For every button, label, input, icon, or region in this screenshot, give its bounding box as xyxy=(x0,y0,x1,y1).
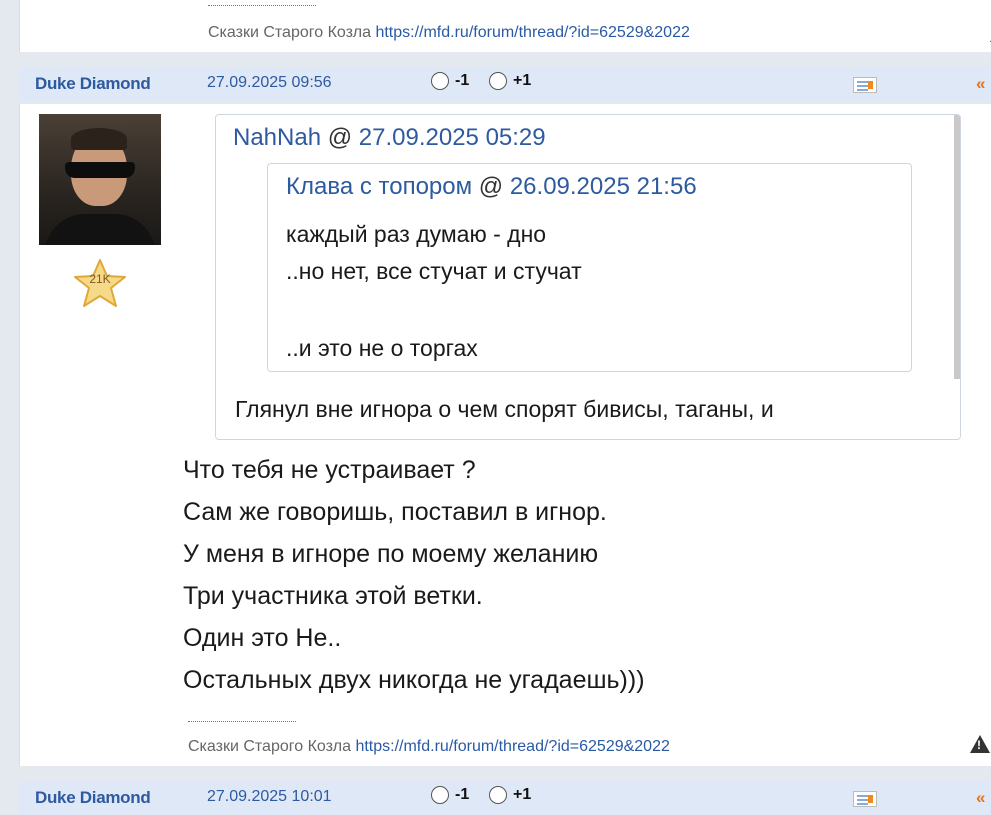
vote-plus[interactable]: +1 xyxy=(489,786,531,804)
vote-plus-label: +1 xyxy=(513,786,532,803)
vote-minus-label: -1 xyxy=(455,786,470,803)
signature-separator xyxy=(208,5,316,7)
post-date[interactable]: 27.09.2025 09:56 xyxy=(207,74,332,92)
nested-quote-date[interactable]: 26.09.2025 21:56 xyxy=(510,173,697,200)
quote-author[interactable]: NahNah xyxy=(233,124,321,151)
avatar[interactable] xyxy=(39,114,161,245)
nested-quote-block: Клава с топором @ 26.09.2025 21:56 кажды… xyxy=(267,163,912,372)
rating-badge: 21K xyxy=(89,272,111,286)
vote-minus-radio[interactable] xyxy=(431,786,449,804)
quote-block: NahNah @ 27.09.2025 05:29 Клава с топоро… xyxy=(215,114,961,440)
double-chevron-left-icon[interactable]: « xyxy=(976,74,985,94)
nested-quote-header: Клава с топором @ 26.09.2025 21:56 xyxy=(286,173,697,200)
nested-quote-line: ..но нет, все стучат и стучат xyxy=(286,258,582,284)
warning-icon[interactable] xyxy=(970,735,990,753)
post-date[interactable]: 27.09.2025 10:01 xyxy=(207,788,332,806)
post-text-line: Остальных двух никогда не угадаешь))) xyxy=(183,666,645,694)
next-post-header: Duke Diamond 27.09.2025 10:01 -1 +1 « xyxy=(19,781,991,815)
profile-card-icon[interactable] xyxy=(853,77,877,93)
profile-card-icon[interactable] xyxy=(853,791,877,807)
quote-header: NahNah @ 27.09.2025 05:29 xyxy=(233,124,546,151)
vote-plus-radio[interactable] xyxy=(489,786,507,804)
vote-plus[interactable]: +1 xyxy=(489,72,531,90)
signature-link[interactable]: https://mfd.ru/forum/thread/?id=62529&20… xyxy=(375,24,689,41)
signature-text: Сказки Старого Козла xyxy=(188,738,351,755)
post-text-line: У меня в игноре по моему желанию xyxy=(183,540,599,568)
quote-scrollbar[interactable] xyxy=(954,115,960,379)
prev-post-footer: Сказки Старого Козла https://mfd.ru/foru… xyxy=(19,0,991,52)
signature: Сказки Старого Козла https://mfd.ru/foru… xyxy=(188,738,670,756)
post-text-line: Сам же говоришь, поставил в игнор. xyxy=(183,498,607,526)
signature-link[interactable]: https://mfd.ru/forum/thread/?id=62529&20… xyxy=(355,738,669,755)
nested-quote-author[interactable]: Клава с топором xyxy=(286,173,472,200)
vote-minus-label: -1 xyxy=(455,72,470,89)
vote-minus[interactable]: -1 xyxy=(431,786,469,804)
post-text-line: Три участника этой ветки. xyxy=(183,582,483,610)
post-header: Duke Diamond 27.09.2025 09:56 -1 +1 « xyxy=(19,67,991,101)
post-text-line: Один это Не.. xyxy=(183,624,342,652)
post-author[interactable]: Duke Diamond xyxy=(35,74,151,94)
signature-separator xyxy=(188,721,296,723)
signature-text: Сказки Старого Козла xyxy=(208,24,371,41)
double-chevron-left-icon[interactable]: « xyxy=(976,788,985,808)
nested-quote-line: ..и это не о торгах xyxy=(286,335,478,361)
post-author[interactable]: Duke Diamond xyxy=(35,788,151,808)
quote-date[interactable]: 27.09.2025 05:29 xyxy=(359,124,546,151)
quote-text: Глянул вне игнора о чем спорят бивисы, т… xyxy=(235,396,774,422)
vote-minus[interactable]: -1 xyxy=(431,72,469,90)
vote-plus-label: +1 xyxy=(513,72,532,89)
signature: Сказки Старого Козла https://mfd.ru/foru… xyxy=(208,24,690,42)
nested-quote-line: каждый раз думаю - дно xyxy=(286,221,547,247)
vote-plus-radio[interactable] xyxy=(489,72,507,90)
post-text-line: Что тебя не устраивает ? xyxy=(183,456,476,484)
vote-minus-radio[interactable] xyxy=(431,72,449,90)
